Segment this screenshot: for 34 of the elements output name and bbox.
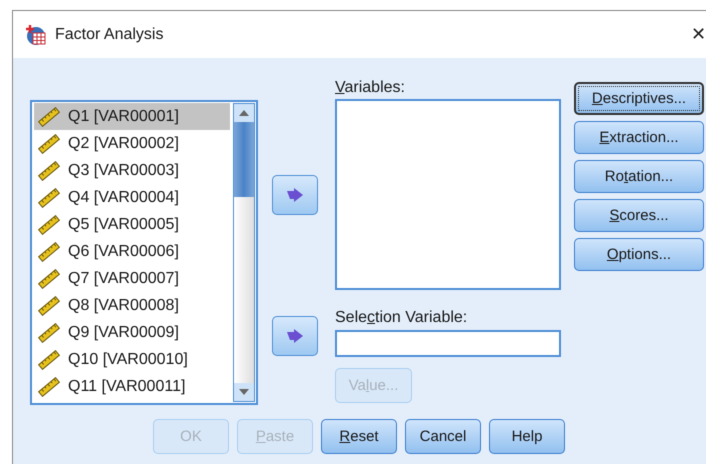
dialog-button[interactable]: Options... [574, 238, 704, 271]
dialog-button[interactable]: Extraction... [574, 121, 704, 154]
dialog-button[interactable]: Rotation... [574, 160, 704, 193]
move-button[interactable] [272, 175, 318, 215]
dialog-button[interactable]: Cancel [405, 419, 481, 454]
variable-item[interactable]: Q1 [VAR00001] [34, 103, 230, 130]
window-title: Factor Analysis [55, 26, 164, 44]
variables-label: Variables: [335, 79, 405, 98]
app-icon [25, 24, 47, 46]
dialog-button[interactable]: Scores... [574, 199, 704, 232]
arrow-icon [287, 329, 303, 343]
arrow-icon [287, 188, 303, 202]
variable-item[interactable]: Q3 [VAR00003] [34, 157, 230, 184]
variable-item[interactable]: Q2 [VAR00002] [34, 130, 230, 157]
scroll-thumb[interactable] [234, 122, 254, 197]
selection-variable-label: Selection Variable: [335, 309, 468, 328]
dialog-button[interactable]: Help [489, 419, 565, 454]
variables-list-box[interactable] [335, 99, 561, 290]
scrollbar[interactable] [233, 103, 255, 402]
selection-variable-field[interactable] [335, 330, 561, 357]
variable-item[interactable]: Q11 [VAR00011] [34, 373, 230, 400]
variable-item[interactable]: Q4 [VAR00004] [34, 184, 230, 211]
move-button[interactable] [272, 316, 318, 356]
variable-item[interactable]: Q10 [VAR00010] [34, 346, 230, 373]
dialog-button[interactable]: Descriptives... [574, 82, 704, 115]
variable-item[interactable]: Q8 [VAR00008] [34, 292, 230, 319]
variable-item[interactable]: Q7 [VAR00007] [34, 265, 230, 292]
dialog-button[interactable]: Reset [321, 419, 397, 454]
variable-item[interactable]: Q5 [VAR00005] [34, 211, 230, 238]
variable-item[interactable]: Q9 [VAR00009] [34, 319, 230, 346]
down-arrow-icon [239, 389, 249, 395]
variable-item[interactable]: Q6 [VAR00006] [34, 238, 230, 265]
up-arrow-icon [239, 110, 249, 116]
close-button[interactable]: ✕ [687, 24, 706, 45]
